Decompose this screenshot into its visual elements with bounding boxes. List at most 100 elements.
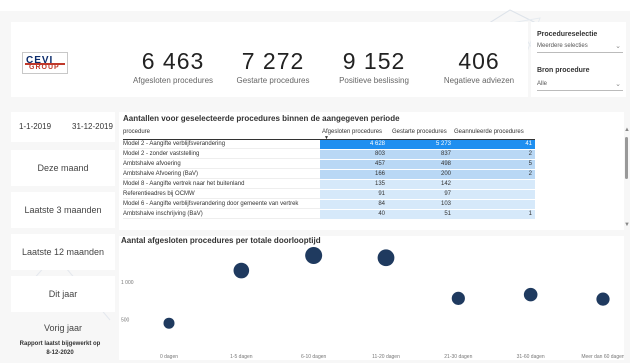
cell-gestart: 103 xyxy=(388,200,454,209)
kpi-value: 6 463 xyxy=(141,48,205,74)
cell-gestart: 142 xyxy=(388,180,454,189)
procedure-name: Ambtshalve afvoering xyxy=(123,161,181,167)
cell-afgesloten: 135 xyxy=(320,180,388,189)
cell-geannuleerd xyxy=(454,180,535,189)
procedure-name: Ambtshalve inschrijving (BaV) xyxy=(123,211,203,217)
cell-gestart: 97 xyxy=(388,190,454,199)
table-title: Aantallen voor geselecteerde procedures … xyxy=(123,114,400,123)
cell-gestart: 5 273 xyxy=(388,140,454,149)
cell-afgesloten: 803 xyxy=(320,150,388,159)
cell-afgesloten: 166 xyxy=(320,170,388,179)
report-updated-date: 8-12-2020 xyxy=(46,350,74,356)
cell-geannuleerd: 1 xyxy=(454,210,535,219)
scatter-chart: 500 1 000 0 dagen 1-5 dagen 6-10 dagen 11-20 … xyxy=(121,247,624,360)
table-row[interactable]: Referentieadres bij OCMW 91 97 xyxy=(123,190,535,199)
kpi-value: 7 272 xyxy=(241,48,305,74)
scroll-down-icon[interactable]: ▼ xyxy=(624,222,630,228)
cell-afgesloten: 91 xyxy=(320,190,388,199)
cell-geannuleerd xyxy=(454,190,535,199)
data-point[interactable] xyxy=(451,291,465,305)
date-start[interactable]: 1-1-2019 xyxy=(19,122,51,131)
report-updated-note: Rapport laatst bijgewerkt op 8-12-2020 xyxy=(3,340,117,358)
cell-gestart: 51 xyxy=(388,210,454,219)
data-point[interactable] xyxy=(377,249,395,267)
data-point[interactable] xyxy=(523,287,538,302)
cell-geannuleerd: 2 xyxy=(454,170,535,179)
table-row[interactable]: Ambtshalve afvoering 457 498 5 xyxy=(123,160,535,169)
cell-afgesloten: 40 xyxy=(320,210,388,219)
column-header-gestart[interactable]: Gestarte procedures xyxy=(392,129,447,135)
kpi-label: Negatieve adviezen xyxy=(443,76,515,85)
cell-afgesloten: 4 628 xyxy=(320,140,388,149)
cell-afgesloten: 84 xyxy=(320,200,388,209)
procedure-name: Model 2 - Aangifte verblijfsverandering xyxy=(123,141,226,147)
source-slicer-value: Alle xyxy=(537,81,548,87)
cell-gestart: 837 xyxy=(388,150,454,159)
filter-button-laatste-12-maanden[interactable]: Laatste 12 maanden xyxy=(11,234,115,270)
data-point[interactable] xyxy=(596,292,610,306)
cell-geannuleerd: 5 xyxy=(454,160,535,169)
procedure-slicer-value: Meerdere selecties xyxy=(537,43,588,49)
table-row[interactable]: Model 8 - Aangifte vertrek naar het buit… xyxy=(123,180,535,189)
y-tick-label: 1 000 xyxy=(121,280,134,286)
kpi-label: Gestarte procedures xyxy=(236,76,310,85)
cell-gestart: 498 xyxy=(388,160,454,169)
report-updated-label: Rapport laatst bijgewerkt op xyxy=(19,341,101,347)
x-tick-label: Meer dan 60 dagen xyxy=(581,354,624,360)
table-row[interactable]: Model 2 - zonder vaststelling 803 837 2 xyxy=(123,150,535,159)
kpi-gestart: 7 272 Gestarte procedures xyxy=(228,48,318,85)
x-tick-label: 6-10 dagen xyxy=(301,354,327,360)
procedure-name: Referentieadres bij OCMW xyxy=(123,191,195,197)
chevron-down-icon: ⌄ xyxy=(615,43,621,50)
filter-button-dit-jaar[interactable]: Dit jaar xyxy=(11,276,115,312)
cevi-group-logo: CEVI GROUP xyxy=(22,52,68,74)
x-tick-label: 1-5 dagen xyxy=(230,354,253,360)
table-scrollbar[interactable] xyxy=(625,137,628,179)
kpi-afgesloten: 6 463 Afgesloten procedures xyxy=(128,48,218,85)
filter-button-deze-maand[interactable]: Deze maand xyxy=(11,150,115,186)
cell-geannuleerd: 2 xyxy=(454,150,535,159)
cell-geannuleerd: 41 xyxy=(454,140,535,149)
kpi-label: Afgesloten procedures xyxy=(132,76,214,85)
kpi-value: 406 xyxy=(458,48,500,74)
date-range-slicer[interactable]: 1-1-2019 31-12-2019 xyxy=(11,112,115,142)
source-slicer-dropdown[interactable]: Alle ⌄ xyxy=(537,79,623,91)
cell-geannuleerd xyxy=(454,200,535,209)
logo-line2: GROUP xyxy=(29,64,60,71)
cell-gestart: 200 xyxy=(388,170,454,179)
procedure-slicer-title: Procedureselectie xyxy=(537,31,598,38)
data-point[interactable] xyxy=(233,262,250,279)
chevron-down-icon: ⌄ xyxy=(615,81,621,88)
table-row[interactable]: Model 6 - Aangifte verblijfsverandering … xyxy=(123,200,535,209)
x-tick-label: 21-30 dagen xyxy=(444,354,472,360)
table-row[interactable]: Ambtshalve inschrijving (BaV) 40 51 1 xyxy=(123,210,535,219)
filter-button-laatste-3-maanden[interactable]: Laatste 3 maanden xyxy=(11,192,115,228)
kpi-label: Positieve beslissing xyxy=(339,76,409,85)
doorlooptijd-chart-panel: Aantal afgesloten procedures per totale … xyxy=(119,236,624,360)
table-row[interactable]: Ambtshalve Afvoering (BaV) 166 200 2 xyxy=(123,170,535,179)
table-row[interactable]: Model 2 - Aangifte verblijfsverandering 4… xyxy=(123,140,535,149)
kpi-negatief: 406 Negatieve adviezen xyxy=(434,48,524,85)
column-header-afgesloten[interactable]: Afgesloten procedures xyxy=(322,129,382,135)
kpi-positief: 9 152 Positieve beslissing xyxy=(329,48,419,85)
data-point[interactable] xyxy=(163,317,175,329)
procedures-table-panel: Aantallen voor geselecteerde procedures … xyxy=(119,112,624,230)
date-end[interactable]: 31-12-2019 xyxy=(72,122,113,131)
procedure-name: Ambtshalve Afvoering (BaV) xyxy=(123,171,199,177)
x-tick-label: 11-20 dagen xyxy=(372,354,400,360)
kpi-value: 9 152 xyxy=(342,48,406,74)
x-tick-label: 31-60 dagen xyxy=(517,354,545,360)
column-header-geannuleerd[interactable]: Geannuleerde procedures xyxy=(454,129,524,135)
cell-afgesloten: 457 xyxy=(320,160,388,169)
y-tick-label: 500 xyxy=(121,317,130,323)
data-point[interactable] xyxy=(305,247,323,265)
filter-button-vorig-jaar[interactable]: Vorig jaar xyxy=(11,318,115,338)
x-tick-label: 0 dagen xyxy=(160,354,178,360)
procedure-name: Model 6 - Aangifte verblijfsverandering … xyxy=(123,201,299,207)
procedure-name: Model 8 - Aangifte vertrek naar het buit… xyxy=(123,181,245,187)
source-slicer-title: Bron procedure xyxy=(537,67,590,74)
column-header-procedure[interactable]: procedure xyxy=(123,129,150,135)
procedure-slicer-dropdown[interactable]: Meerdere selecties ⌄ xyxy=(537,41,623,53)
procedure-name: Model 2 - zonder vaststelling xyxy=(123,151,200,157)
scroll-up-icon[interactable]: ▲ xyxy=(624,127,630,133)
